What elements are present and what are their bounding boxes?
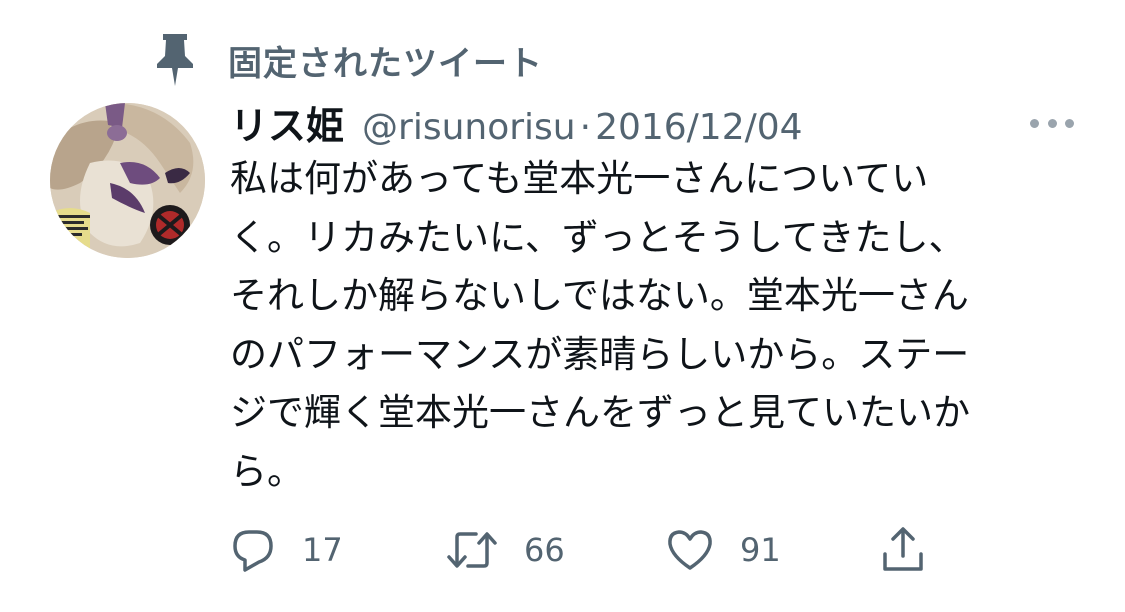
tweet-text-line: のパフォーマンスが素晴らしいから。ステー bbox=[230, 332, 970, 376]
retweet-icon bbox=[446, 527, 498, 573]
tweet-text-line: ジで輝く堂本光一さんをずっと見ていたいか bbox=[230, 391, 970, 434]
pin-icon bbox=[150, 32, 200, 88]
tweet-actions: 17 66 91 bbox=[0, 520, 1125, 580]
user-handle[interactable]: @risunorisu bbox=[362, 107, 576, 148]
retweet-count: 66 bbox=[524, 531, 565, 569]
pinned-tweet-label: 固定されたツイート bbox=[228, 43, 543, 84]
heart-icon bbox=[666, 527, 714, 573]
like-count: 91 bbox=[740, 531, 781, 569]
like-button[interactable]: 91 bbox=[666, 520, 781, 580]
share-icon bbox=[880, 526, 926, 574]
more-options-icon[interactable] bbox=[1030, 113, 1074, 133]
tweet-text-line: それしか解らないしではない。堂本光一さん bbox=[230, 274, 969, 317]
separator-dot: · bbox=[579, 107, 592, 148]
retweet-button[interactable]: 66 bbox=[446, 520, 565, 580]
reply-button[interactable]: 17 bbox=[230, 520, 343, 580]
tweet-text-line: く。リカみたいに、ずっとそうしてきたし、 bbox=[230, 215, 966, 259]
display-name[interactable]: リス姫 bbox=[230, 95, 344, 150]
tweet-header: リス姫 @risunorisu · 2016/12/04 bbox=[230, 95, 1090, 155]
tweet-text: 私は何があっても堂本光一さんについてい く。リカみたいに、ずっとそうしてきたし、… bbox=[230, 150, 1080, 501]
share-button[interactable] bbox=[880, 520, 926, 580]
avatar[interactable] bbox=[50, 103, 205, 258]
pinned-tweet-indicator: 固定されたツイート bbox=[150, 30, 543, 90]
tweet-text-line: ら。 bbox=[230, 449, 304, 493]
reply-icon bbox=[230, 527, 276, 573]
tweet-text-line: 私は何があっても堂本光一さんについてい bbox=[230, 157, 929, 200]
tweet-date[interactable]: 2016/12/04 bbox=[595, 107, 803, 148]
reply-count: 17 bbox=[302, 531, 343, 569]
